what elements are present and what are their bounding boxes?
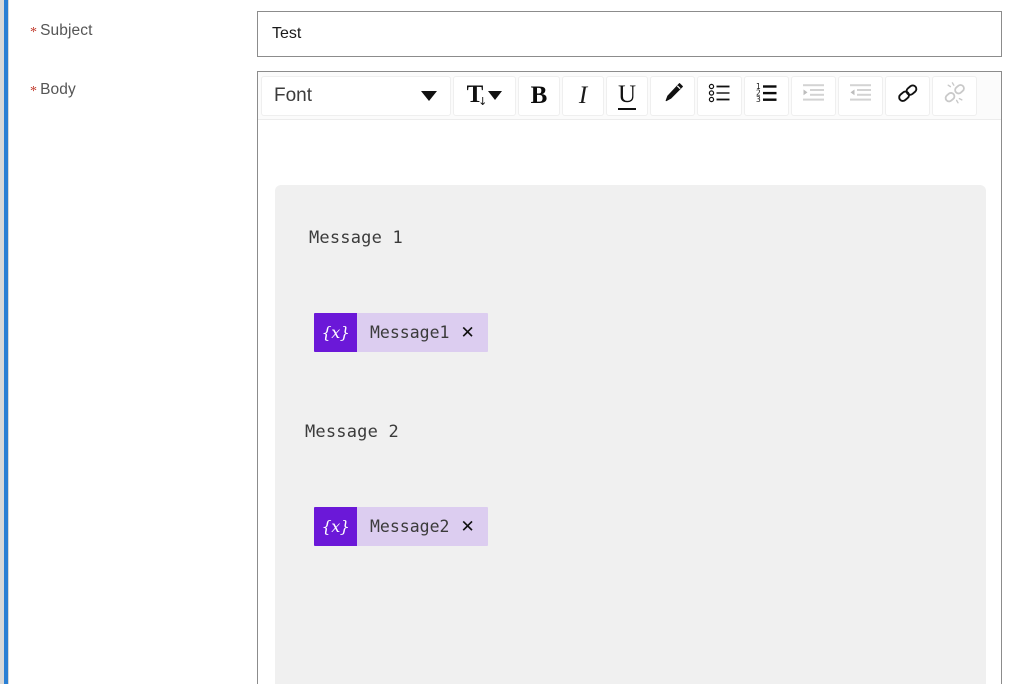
token-variable-icon: {x}	[314, 507, 357, 546]
bulleted-list-icon	[707, 80, 733, 111]
chevron-down-icon	[488, 91, 503, 100]
italic-icon: I	[578, 82, 588, 109]
token-variable-icon: {x}	[314, 313, 357, 352]
italic-button[interactable]: I	[562, 75, 604, 116]
text-style-select[interactable]: T ↓	[453, 75, 516, 116]
outdent-button[interactable]	[838, 75, 883, 116]
pencil-icon	[660, 80, 686, 111]
bold-button[interactable]: B	[518, 75, 560, 116]
message-line-1: Message 1	[309, 228, 403, 248]
subject-field-label: * Subject	[30, 22, 93, 40]
underline-button[interactable]: U	[606, 75, 648, 116]
body-field-label: * Body	[30, 81, 76, 99]
message-content-block[interactable]: Message 1 {x} Message1 ✕ Message 2 {x} M…	[275, 185, 986, 684]
link-button[interactable]	[885, 75, 930, 116]
token-remove-icon[interactable]: ✕	[458, 508, 487, 546]
underline-icon: U	[617, 80, 637, 110]
chevron-down-icon	[421, 90, 437, 101]
rich-text-editor: Font T ↓ B I U 1 2 3 Message 1 {x} Messa…	[257, 71, 1002, 684]
font-family-select[interactable]: Font	[261, 75, 451, 116]
highlighter-button[interactable]	[650, 75, 695, 116]
token-chip-message2[interactable]: {x} Message2 ✕	[314, 507, 488, 546]
indent-button[interactable]	[791, 75, 836, 116]
unlink-button[interactable]	[932, 75, 977, 116]
bulleted-list-button[interactable]	[697, 75, 742, 116]
editor-content-area[interactable]: Message 1 {x} Message1 ✕ Message 2 {x} M…	[258, 120, 1001, 684]
font-family-value: Font	[274, 84, 313, 106]
indent-icon	[801, 80, 827, 111]
token-label: Message2	[370, 517, 450, 536]
bold-icon: B	[530, 82, 548, 109]
link-icon	[895, 80, 921, 111]
required-indicator-subject: *	[30, 25, 38, 40]
message-line-2: Message 2	[305, 422, 399, 442]
numbered-list-button[interactable]: 1 2 3	[744, 75, 789, 116]
numbered-list-icon: 1 2 3	[754, 80, 780, 111]
subject-input[interactable]	[257, 11, 1002, 57]
outdent-icon	[848, 80, 874, 111]
required-indicator-body: *	[30, 84, 38, 99]
body-label-text: Body	[40, 81, 76, 98]
token-chip-message1[interactable]: {x} Message1 ✕	[314, 313, 488, 352]
subject-label-text: Subject	[40, 22, 93, 39]
editor-toolbar: Font T ↓ B I U 1 2 3	[258, 72, 1001, 120]
token-label: Message1	[370, 323, 450, 342]
svg-text:3: 3	[756, 95, 761, 104]
unlink-icon	[942, 80, 968, 111]
subject-row: * Subject	[0, 0, 1028, 68]
token-remove-icon[interactable]: ✕	[458, 314, 487, 352]
text-style-icon: T ↓	[466, 81, 488, 108]
